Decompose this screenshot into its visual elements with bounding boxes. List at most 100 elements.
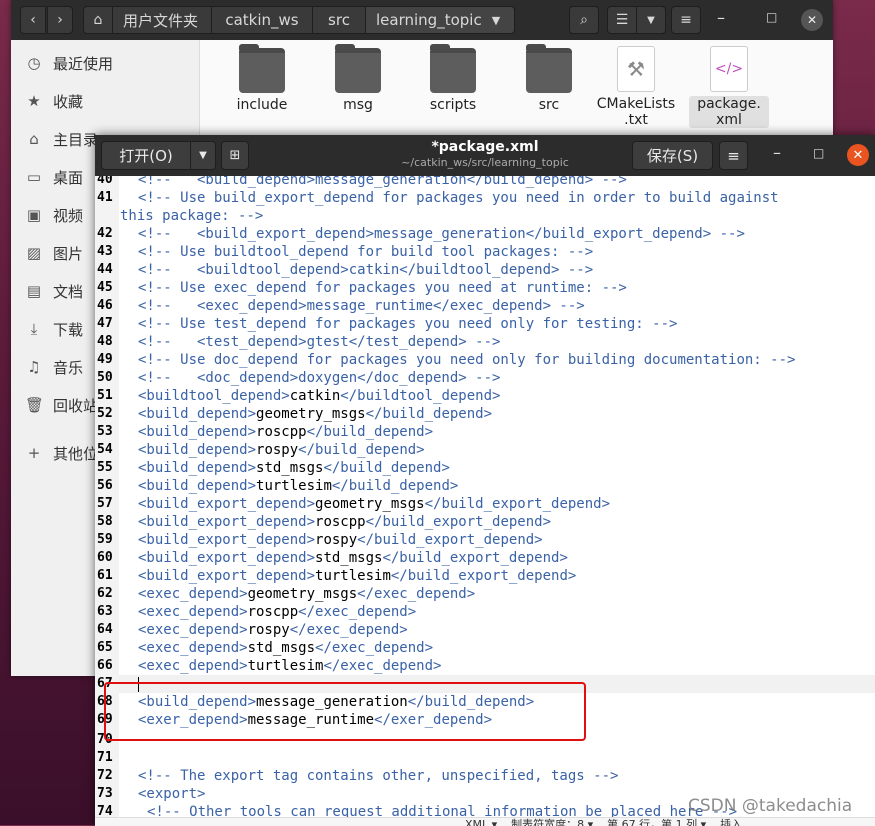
star-icon: ★ (27, 92, 41, 110)
code-line: 66 <exec_depend>turtlesim</exec_depend> (95, 657, 875, 675)
value-token: roscpp (256, 424, 307, 440)
line-number: 56 (97, 478, 113, 493)
minimize-icon[interactable]: – (773, 143, 781, 162)
code-text: <build_depend>turtlesim</build_depend> (138, 477, 458, 495)
folder-icon (526, 44, 572, 93)
file-item[interactable]: ⚒ CMakeLists .txt (596, 46, 676, 128)
breadcrumb-home[interactable]: 用户文件夹 (112, 6, 212, 34)
line-number: 53 (97, 424, 113, 439)
code-line: 43 <!-- Use buildtool_depend for build to… (95, 243, 875, 261)
tag-token: </build_depend> (298, 442, 425, 458)
comment-token: <!-- <build_export_depend>message_genera… (138, 226, 745, 242)
code-text: <exec_depend>rospy</exec_depend> (138, 621, 408, 639)
line-number: 55 (97, 460, 113, 475)
home-crumb-button[interactable]: ⌂ (83, 6, 113, 34)
code-line: 42 <!-- <build_export_depend>message_gene… (95, 225, 875, 243)
tag-token: </build_depend> (323, 460, 450, 476)
tag-token: </build_export_depend> (365, 514, 552, 530)
code-line: 48 <!-- <test_depend>gtest</test_depend> … (95, 333, 875, 351)
tag-token: </build_depend> (306, 424, 434, 440)
chevron-right-icon: › (57, 12, 63, 28)
code-text: <!-- Use exec_depend for packages you ne… (138, 279, 627, 297)
line-number: 50 (97, 370, 113, 385)
file-name: CMakeLists .txt (596, 96, 676, 128)
sidebar-item-label: 最近使用 (53, 54, 114, 73)
code-text: <!-- <buildtool_depend>catkin</buildtool… (138, 261, 593, 279)
code-text: <!-- <test_depend>gtest</test_depend> --… (138, 333, 500, 351)
breadcrumb-learning-topic[interactable]: learning_topic ▼ (365, 6, 515, 34)
line-number: 54 (97, 442, 113, 457)
line-number: 73 (97, 786, 113, 801)
editor-header: 打开(O) ▼ ⊞ *package.xml ~/catkin_ws/src/l… (95, 135, 875, 176)
breadcrumb-src[interactable]: src (312, 6, 366, 34)
view-options-button[interactable]: ▼ (636, 6, 666, 34)
code-line: 62 <exec_depend>geometry_msgs</exec_depen… (95, 585, 875, 603)
value-token: std_msgs (256, 460, 324, 476)
maximize-icon[interactable]: □ (813, 146, 824, 160)
code-text: <!-- Use buildtool_depend for build tool… (138, 243, 593, 261)
file-manager-header: ‹ › ⌂ 用户文件夹 catkin_ws src learning_topic… (11, 0, 833, 40)
sidebar-item[interactable]: ◷ 最近使用 (11, 44, 199, 82)
list-view-button[interactable]: ☰ (607, 6, 637, 34)
tag-token: </exec_depend> (315, 640, 434, 656)
line-number: 48 (97, 334, 113, 349)
file-item[interactable]: msg (318, 44, 398, 113)
sidebar-item-label: 视频 (53, 206, 84, 225)
sidebar-item[interactable]: ★ 收藏 (11, 82, 199, 120)
line-number: 64 (97, 622, 113, 637)
code-line: 64 <exec_depend>rospy</exec_depend> (95, 621, 875, 639)
value-token: std_msgs (247, 640, 316, 656)
code-text: <!-- <build_export_depend>message_genera… (138, 225, 745, 243)
download-icon: ⤓ (30, 320, 38, 338)
menu-button[interactable]: ≡ (719, 141, 748, 170)
code-line: 40 <!-- <build_depend>message_generation<… (95, 176, 875, 189)
tag-token: <build_export_depend> (138, 568, 316, 584)
close-icon[interactable]: ✕ (801, 9, 823, 31)
back-button[interactable]: ‹ (20, 6, 46, 34)
search-button[interactable]: ⌕ (569, 6, 599, 34)
code-text: <build_depend>geometry_msgs</build_depen… (138, 405, 492, 423)
code-line: 58 <build_export_depend>roscpp</build_exp… (95, 513, 875, 531)
tag-token: <build_depend> (138, 478, 257, 494)
tag-token: <build_depend> (138, 424, 257, 440)
tag-token: </build_depend> (365, 406, 493, 422)
file-item[interactable]: include (222, 44, 302, 113)
line-number: 59 (97, 532, 113, 547)
sidebar-item-label: 回收站 (53, 396, 99, 415)
code-text: <exec_depend>turtlesim</exec_depend> (138, 657, 441, 675)
line-number: 44 (97, 262, 113, 277)
file-item[interactable]: </> package. xml (689, 46, 769, 128)
value-token: geometry_msgs (247, 586, 358, 602)
close-icon[interactable]: ✕ (847, 144, 869, 166)
search-icon: ⌕ (580, 12, 588, 28)
save-button[interactable]: 保存(S) (632, 141, 713, 170)
maximize-icon[interactable]: □ (766, 10, 777, 24)
document-path: ~/catkin_ws/src/learning_topic (401, 156, 569, 169)
minimize-icon[interactable]: – (717, 8, 725, 27)
line-number: 66 (97, 658, 113, 673)
code-text: <!-- Use test_depend for packages you ne… (138, 315, 677, 333)
code-text: <build_export_depend>std_msgs</build_exp… (138, 549, 568, 567)
list-icon: ☰ (615, 12, 629, 28)
value-token: turtlesim (256, 478, 332, 494)
file-item[interactable]: src (509, 44, 589, 113)
comment-token: <!-- <exec_depend>message_runtime</exec_… (138, 298, 585, 314)
value-token: turtlesim (315, 568, 391, 584)
tag-token: <build_export_depend> (138, 514, 316, 530)
tag-token: <exec_depend> (138, 658, 248, 674)
tag-token: <build_export_depend> (138, 532, 316, 548)
tag-token: </build_export_depend> (424, 496, 611, 512)
code-text: <exec_depend>roscpp</exec_depend> (138, 603, 416, 621)
value-token: rospy (315, 532, 358, 548)
code-line: 59 <build_export_depend>rospy</build_expo… (95, 531, 875, 549)
tag-token: <build_export_depend> (138, 496, 316, 512)
breadcrumb-catkin-ws[interactable]: catkin_ws (211, 6, 313, 34)
document-title: *package.xml (431, 139, 539, 155)
forward-button[interactable]: › (47, 6, 73, 34)
file-item[interactable]: scripts (413, 44, 493, 113)
code-line: this package: --> (95, 207, 875, 225)
code-line: 41 <!-- Use build_export_depend for packa… (95, 189, 875, 207)
file-grid: include msg scripts src ⚒ CMakeLists .txt </> p… (211, 40, 833, 135)
menu-button[interactable]: ≡ (671, 6, 701, 34)
line-number: 57 (97, 496, 113, 511)
